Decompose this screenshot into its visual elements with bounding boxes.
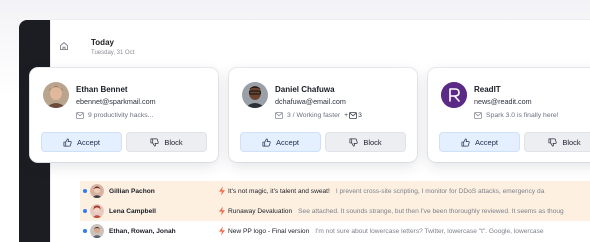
avatar — [90, 224, 104, 238]
priority-bolt-icon — [219, 186, 225, 196]
email-list: Gillian Pachon It's not magic, it's tale… — [80, 181, 590, 241]
list-clip: Gillian Pachon It's not magic, it's tale… — [0, 0, 590, 242]
sender-name: Gillian Pachon — [109, 187, 155, 195]
email-subject: Runaway Devaluation See attached. It soun… — [228, 207, 564, 215]
email-snippet: I prevent cross-site scripting, I monito… — [335, 187, 545, 195]
sender-name: Lena Campbell — [109, 207, 156, 215]
list-item[interactable]: Gillian Pachon It's not magic, it's tale… — [80, 181, 590, 201]
email-subject: It's not magic, it's talent and sweat! I … — [228, 187, 545, 195]
list-item[interactable]: Lena Campbell Runaway Devaluation See att… — [80, 201, 590, 221]
unread-dot — [83, 189, 87, 193]
list-item[interactable]: Ethan, Rowan, Jonah New PP logo - Final … — [80, 221, 590, 241]
unread-dot — [83, 229, 87, 233]
priority-bolt-icon — [219, 226, 225, 236]
priority-bolt-icon — [219, 206, 225, 216]
sender-name: Ethan, Rowan, Jonah — [109, 227, 176, 235]
unread-dot — [83, 209, 87, 213]
email-subject: New PP logo - Final version I'm not sure … — [228, 227, 544, 235]
avatar — [90, 204, 104, 218]
avatar — [90, 184, 104, 198]
email-snippet: I'm not sure about lowercase letters? Tw… — [315, 227, 544, 235]
email-snippet: See attached. It sounds strange, but the… — [298, 207, 564, 215]
